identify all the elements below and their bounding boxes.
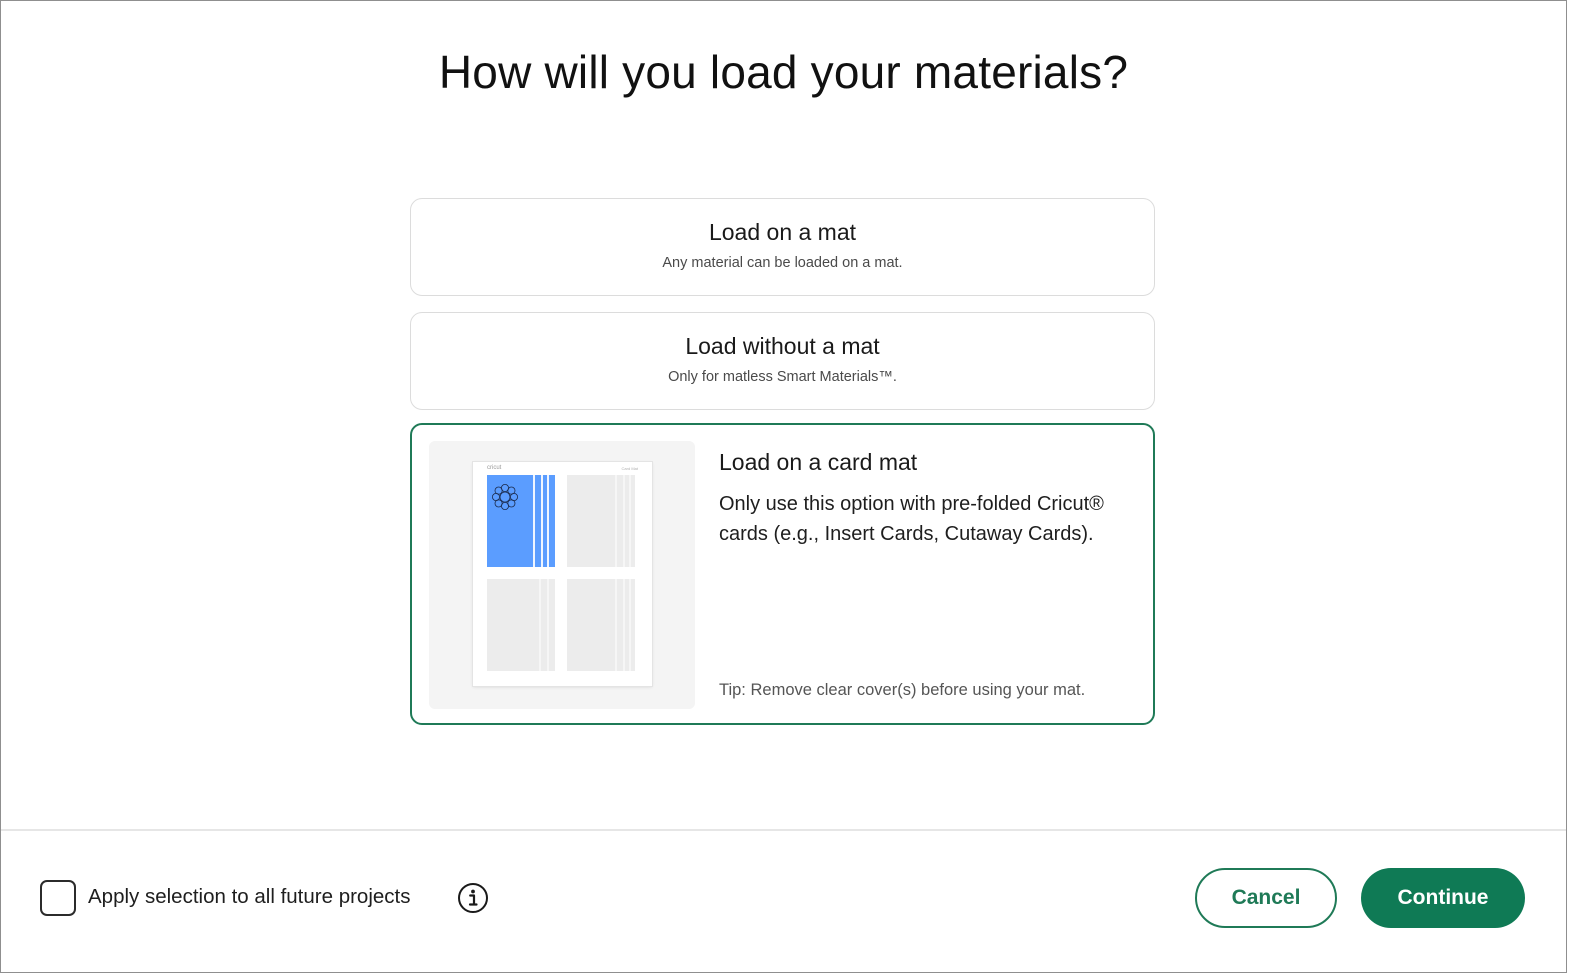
option-subtitle: Only for matless Smart Materials™. bbox=[668, 369, 897, 385]
cancel-button[interactable]: Cancel bbox=[1195, 868, 1337, 928]
card-slot bbox=[487, 579, 555, 671]
info-circle-icon[interactable] bbox=[457, 882, 489, 914]
mat-brand-label: cricut bbox=[487, 465, 502, 471]
option-load-on-card-mat[interactable]: cricut Card Mat Load on a card mat Only … bbox=[410, 423, 1155, 725]
card-slot bbox=[567, 579, 635, 671]
option-load-without-mat[interactable]: Load without a mat Only for matless Smar… bbox=[410, 312, 1155, 410]
option-tip: Tip: Remove clear cover(s) before using … bbox=[719, 681, 1086, 699]
load-materials-dialog: How will you load your materials? Load o… bbox=[0, 0, 1567, 973]
option-title: Load on a card mat bbox=[719, 449, 918, 475]
card-mat-image: cricut Card Mat bbox=[473, 462, 652, 686]
flower-icon bbox=[492, 484, 518, 510]
footer-divider bbox=[1, 829, 1566, 831]
card-slot-blue bbox=[487, 475, 555, 567]
option-load-on-mat[interactable]: Load on a mat Any material can be loaded… bbox=[410, 198, 1155, 296]
mat-size-label: Card Mat bbox=[621, 466, 638, 471]
card-mat-text: Load on a card mat Only use this option … bbox=[719, 449, 1139, 549]
apply-all-label[interactable]: Apply selection to all future projects bbox=[88, 885, 410, 909]
option-title: Load on a mat bbox=[708, 219, 857, 245]
option-subtitle: Any material can be loaded on a mat. bbox=[662, 255, 903, 271]
option-description: Only use this option with pre-folded Cri… bbox=[719, 493, 1104, 545]
card-mat-preview: cricut Card Mat bbox=[429, 441, 695, 709]
card-slot bbox=[567, 475, 635, 567]
apply-all-checkbox[interactable] bbox=[40, 880, 76, 916]
continue-button[interactable]: Continue bbox=[1361, 868, 1525, 928]
option-title: Load without a mat bbox=[685, 333, 880, 359]
dialog-title: How will you load your materials? bbox=[438, 46, 1129, 98]
